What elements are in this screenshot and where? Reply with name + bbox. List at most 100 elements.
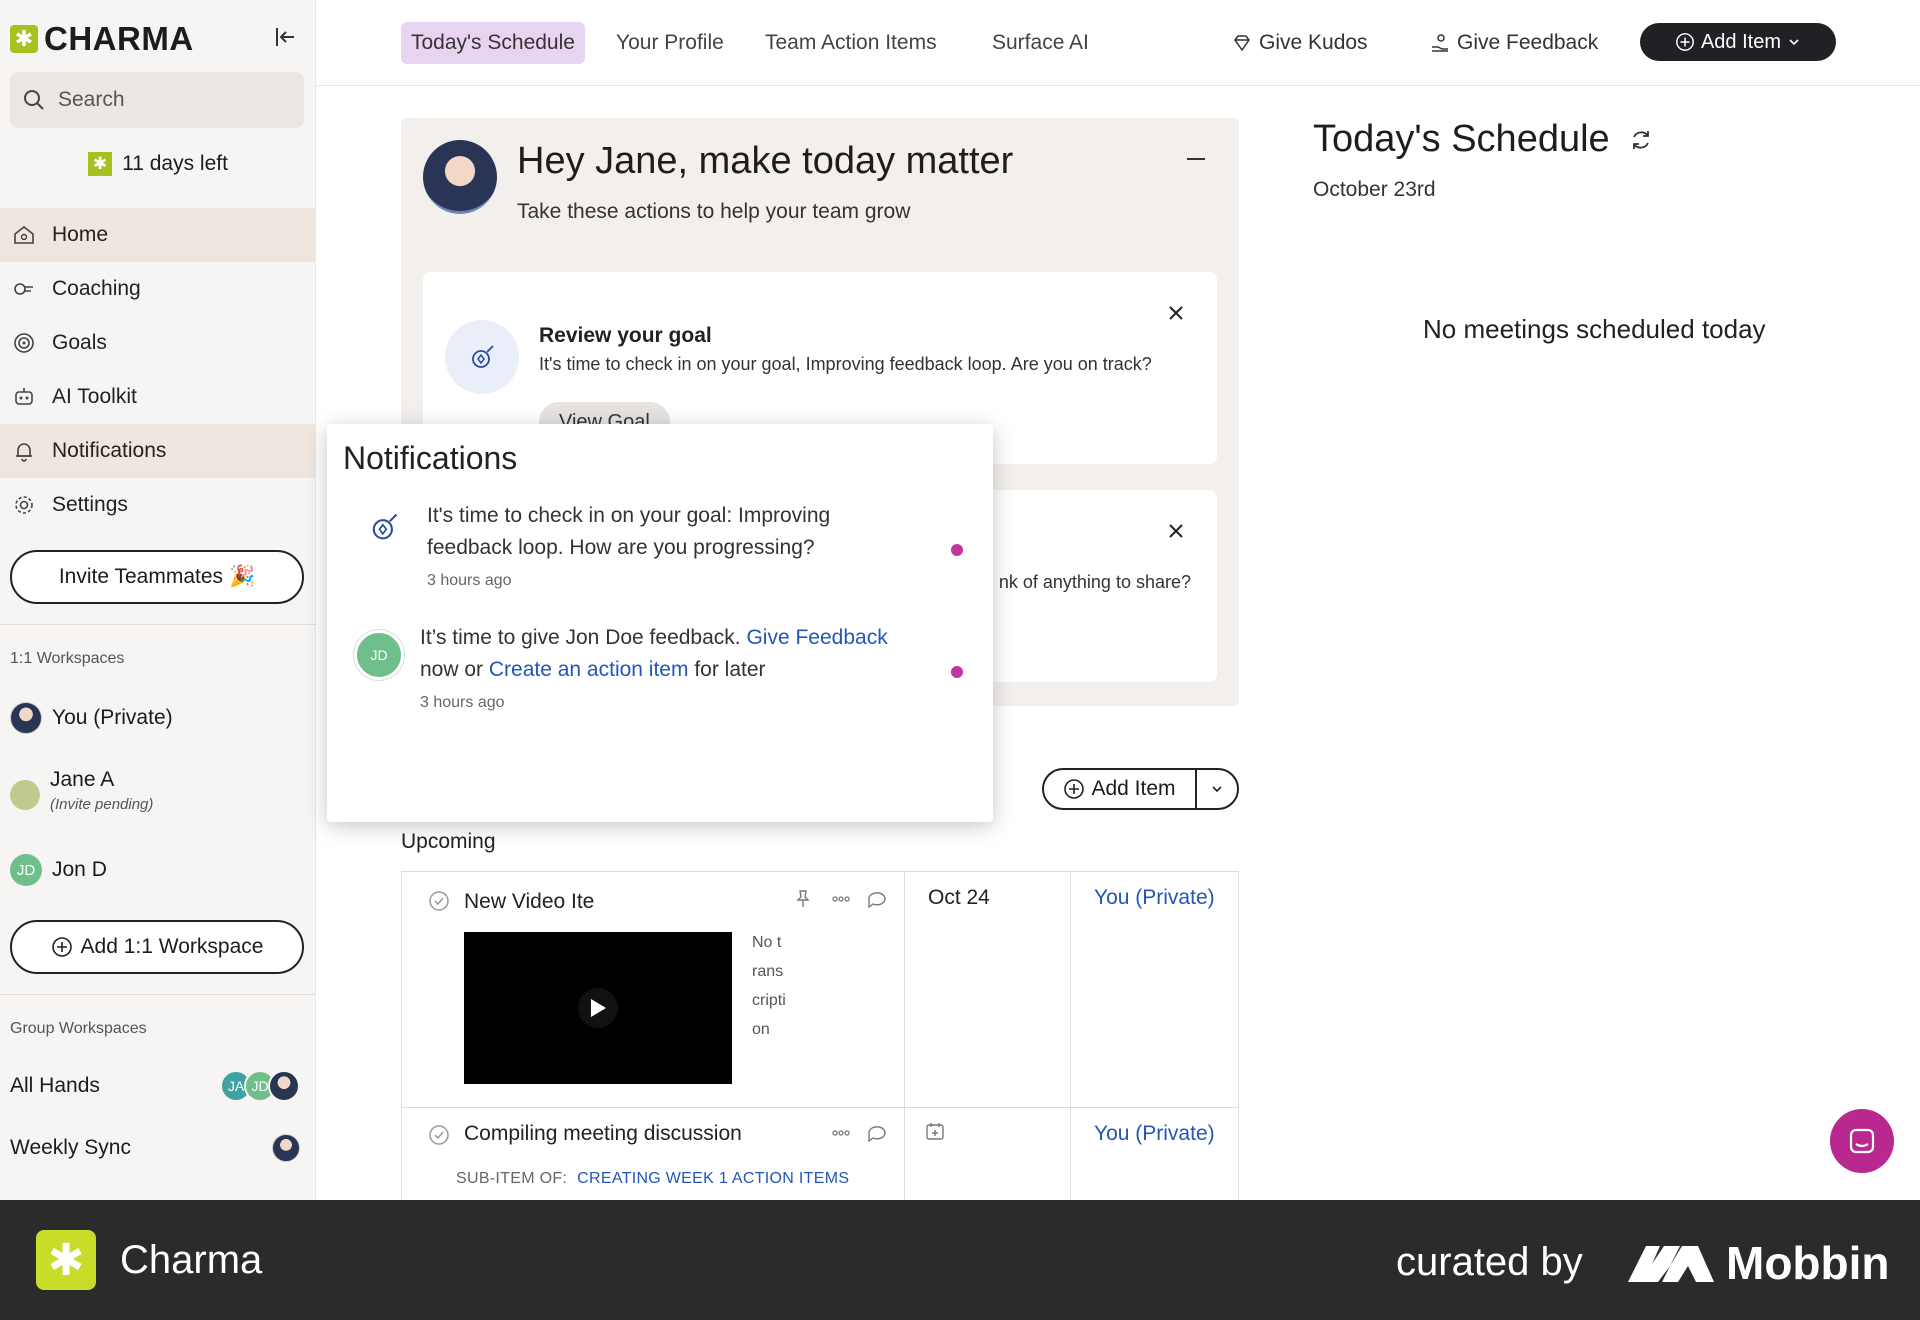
close-icon[interactable] <box>1167 522 1185 540</box>
plus-circle-icon <box>1676 33 1694 51</box>
workspace-jon-d[interactable]: JD Jon D <box>10 854 107 886</box>
feedback-hand-icon <box>1432 34 1448 52</box>
create-action-item-link[interactable]: Create an action item <box>489 658 689 681</box>
item-title[interactable]: Compiling meeting discussion <box>464 1122 742 1146</box>
add-workspace-button[interactable]: Add 1:1 Workspace <box>10 920 304 974</box>
home-icon <box>14 225 34 244</box>
user-avatar <box>423 140 497 214</box>
empty-schedule-message: No meetings scheduled today <box>1423 314 1766 344</box>
give-feedback-link[interactable]: Give Feedback <box>746 626 887 649</box>
avatar <box>268 1070 300 1102</box>
welcome-subtitle: Take these actions to help your team gro… <box>517 200 911 223</box>
owner-link[interactable]: You (Private) <box>1094 1122 1215 1146</box>
give-kudos-label: Give Kudos <box>1259 31 1368 54</box>
one-on-one-section-label: 1:1 Workspaces <box>10 650 125 667</box>
sidebar: ✱ CHARMA ✱ 11 days left Home Coaching Go… <box>0 0 316 1200</box>
card-description: It's time to check in on your goal, Impr… <box>539 354 1152 374</box>
invite-teammates-button[interactable]: Invite Teammates 🎉 <box>10 550 304 604</box>
group-all-hands[interactable]: All Hands JA JD <box>10 1070 300 1102</box>
workspace-name: Jon D <box>52 858 107 881</box>
group-name: Weekly Sync <box>10 1136 131 1159</box>
workspace-you-private[interactable]: You (Private) <box>10 702 173 734</box>
tab-surface-ai[interactable]: Surface AI <box>982 22 1099 64</box>
sidebar-item-home[interactable]: Home <box>0 208 316 262</box>
more-options-icon[interactable] <box>830 1122 852 1144</box>
mobbin-logo: Mobbin <box>1626 1236 1890 1290</box>
sidebar-item-label: Coaching <box>52 277 141 300</box>
checkmark-circle-icon[interactable] <box>428 890 450 912</box>
comment-icon[interactable] <box>866 1122 888 1144</box>
due-date[interactable]: Oct 24 <box>928 886 990 910</box>
notification-text: It's time to check in on your goal: Impr… <box>427 504 831 559</box>
unread-dot <box>951 544 963 556</box>
target-icon <box>14 333 34 353</box>
notification-text: It’s time to give Jon Doe feedback. Give… <box>420 622 920 686</box>
trial-text: 11 days left <box>122 152 228 175</box>
notification-time: 3 hours ago <box>420 694 505 711</box>
add-workspace-label: Add 1:1 Workspace <box>80 935 264 958</box>
add-item-label: Add Item <box>1700 30 1782 53</box>
workspace-name: You (Private) <box>52 706 173 729</box>
table-row[interactable]: Compiling meeting discussion SUB-ITEM OF… <box>402 1108 1238 1201</box>
workspace-name: Jane A <box>50 768 115 791</box>
comment-icon[interactable] <box>866 888 888 910</box>
refresh-icon[interactable] <box>1628 127 1654 153</box>
table-row[interactable]: New Video Ite No transcription Oct 24 Yo… <box>402 872 1238 1108</box>
sidebar-nav: Home Coaching Goals AI Toolkit Notificat… <box>0 208 316 532</box>
add-item-split-button: Add Item <box>1042 768 1239 810</box>
give-kudos-button[interactable]: Give Kudos <box>1231 22 1368 64</box>
sidebar-item-goals[interactable]: Goals <box>0 316 316 370</box>
minimize-icon[interactable] <box>1187 158 1205 160</box>
search-input[interactable] <box>58 88 278 112</box>
add-item-options-button[interactable] <box>1197 770 1237 808</box>
invite-label: Invite Teammates <box>58 565 224 588</box>
diamond-icon <box>1234 35 1250 52</box>
chevron-down-icon <box>1789 39 1799 46</box>
close-icon[interactable] <box>1167 304 1185 322</box>
chat-support-button[interactable] <box>1830 1109 1894 1173</box>
footer-app-name: Charma <box>120 1238 263 1282</box>
play-icon[interactable] <box>578 988 618 1028</box>
trial-status: ✱ 11 days left <box>0 152 316 176</box>
add-item-button[interactable]: Add Item <box>1044 770 1197 808</box>
tab-your-profile[interactable]: Your Profile <box>606 22 734 64</box>
party-icon: 🎉 <box>229 565 256 588</box>
avatar <box>272 1134 300 1162</box>
mobbin-mark-icon <box>1628 1246 1714 1282</box>
schedule-title: Today's Schedule <box>1313 118 1610 160</box>
sidebar-item-notifications[interactable]: Notifications <box>0 424 316 478</box>
plus-circle-icon <box>1064 779 1085 799</box>
group-weekly-sync[interactable]: Weekly Sync <box>10 1134 300 1162</box>
sidebar-item-label: AI Toolkit <box>52 385 137 408</box>
sidebar-item-ai-toolkit[interactable]: AI Toolkit <box>0 370 316 424</box>
sub-item-label: SUB-ITEM OF: <box>456 1170 568 1187</box>
tab-team-action-items[interactable]: Team Action Items <box>755 22 947 64</box>
checkmark-circle-icon[interactable] <box>428 1124 450 1146</box>
logo[interactable]: ✱ CHARMA <box>10 20 194 58</box>
divider <box>0 994 316 995</box>
parent-item-link[interactable]: CREATING WEEK 1 ACTION ITEMS <box>577 1170 849 1187</box>
give-feedback-button[interactable]: Give Feedback <box>1429 22 1598 64</box>
video-player[interactable] <box>464 932 732 1084</box>
unread-dot <box>951 666 963 678</box>
add-item-dropdown-button[interactable]: Add Item <box>1640 23 1836 61</box>
transcript-text: No transcription <box>752 934 786 1038</box>
owner-link[interactable]: You (Private) <box>1094 886 1215 910</box>
sidebar-item-settings[interactable]: Settings <box>0 478 316 532</box>
calendar-add-icon[interactable] <box>924 1120 946 1142</box>
curated-by-text: curated by <box>1396 1240 1583 1284</box>
divider <box>0 624 316 625</box>
search-box[interactable] <box>10 72 304 128</box>
tab-todays-schedule[interactable]: Today's Schedule <box>401 22 585 64</box>
notification-text-part: It’s time to give Jon Doe feedback. <box>420 626 741 649</box>
sidebar-item-coaching[interactable]: Coaching <box>0 262 316 316</box>
collapse-sidebar-icon[interactable] <box>272 24 298 50</box>
notifications-title: Notifications <box>343 440 518 476</box>
schedule-header: Today's Schedule <box>1313 118 1654 161</box>
bell-icon <box>16 443 32 462</box>
item-title[interactable]: New Video Ite <box>464 890 594 914</box>
more-options-icon[interactable] <box>830 888 852 910</box>
workspace-jane-a[interactable]: Jane A (Invite pending) <box>10 768 153 813</box>
pin-icon[interactable] <box>792 888 814 910</box>
mobbin-name: Mobbin <box>1726 1237 1890 1289</box>
